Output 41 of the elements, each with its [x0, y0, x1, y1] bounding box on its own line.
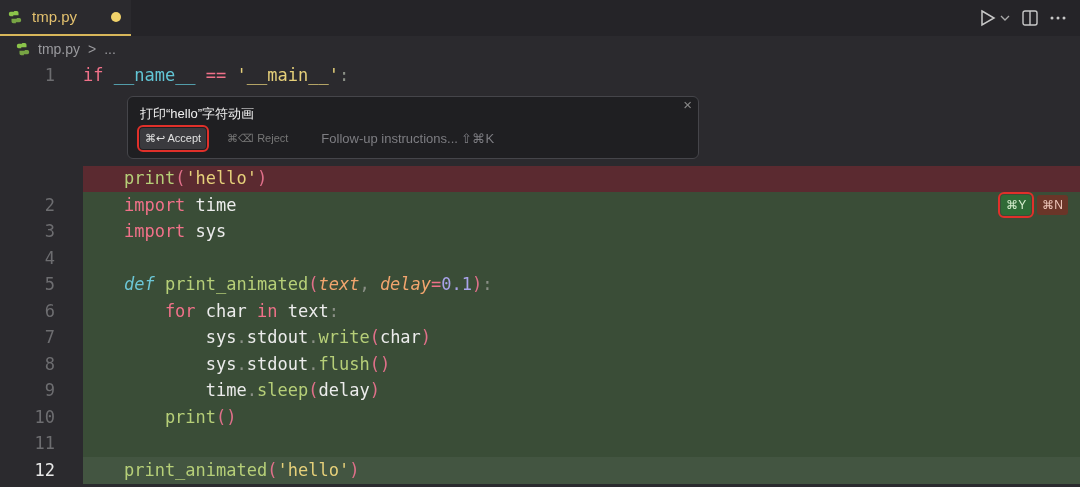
- code-line: time.sleep(delay): [204, 379, 380, 402]
- line-number: 6: [44, 300, 55, 321]
- split-editor-icon[interactable]: [1022, 10, 1038, 26]
- breadcrumb-more[interactable]: ...: [104, 38, 116, 60]
- accept-button[interactable]: ⌘↩ Accept: [140, 128, 207, 149]
- python-file-icon: [16, 42, 30, 56]
- code-line: def print_animated(text, delay=0.1):: [122, 273, 493, 296]
- more-icon[interactable]: [1050, 16, 1066, 20]
- code-line: sys.stdout.flush(): [204, 352, 391, 376]
- line-number: 9: [44, 380, 55, 400]
- prompt-text: 打印“hello”字符动画: [140, 104, 256, 123]
- followup-instructions-field[interactable]: Follow-up instructions... ⇧⌘K: [321, 128, 495, 148]
- reject-shortcut-badge[interactable]: ⌘N: [1037, 195, 1068, 216]
- tab-title: tmp.py: [32, 6, 77, 27]
- editor-tab[interactable]: tmp.py: [0, 0, 131, 36]
- line-number: 11: [34, 433, 55, 453]
- line-number: 7: [44, 327, 55, 347]
- reject-button[interactable]: ⌘⌫ Reject: [222, 128, 294, 149]
- line-number: 4: [44, 247, 55, 268]
- line-number: 5: [44, 274, 55, 294]
- python-file-icon: [8, 10, 22, 24]
- code-line: print('hello'): [122, 167, 268, 190]
- code-line: print(): [163, 405, 237, 429]
- close-button[interactable]: ×: [683, 96, 692, 112]
- code-line: import sys: [122, 220, 227, 243]
- code-line: if __name__ == '__main__':: [83, 63, 350, 87]
- code-line: print_animated('hello'): [122, 458, 360, 482]
- line-number: 1: [44, 64, 55, 85]
- breadcrumb-separator: >: [88, 39, 97, 59]
- chevron-down-icon[interactable]: [1000, 15, 1010, 21]
- line-number: 8: [44, 353, 55, 374]
- code-line: sys.stdout.write(char): [204, 326, 432, 349]
- line-number: 2: [44, 194, 55, 215]
- line-number: 10: [34, 406, 55, 427]
- accept-shortcut-badge[interactable]: ⌘Y: [1001, 195, 1032, 216]
- code-line: for char in text:: [163, 299, 339, 323]
- line-number: 12: [34, 459, 55, 480]
- code-line: import time: [122, 193, 237, 217]
- breadcrumb-file[interactable]: tmp.py: [38, 38, 80, 60]
- run-icon[interactable]: [980, 9, 996, 27]
- line-number: 3: [44, 221, 55, 241]
